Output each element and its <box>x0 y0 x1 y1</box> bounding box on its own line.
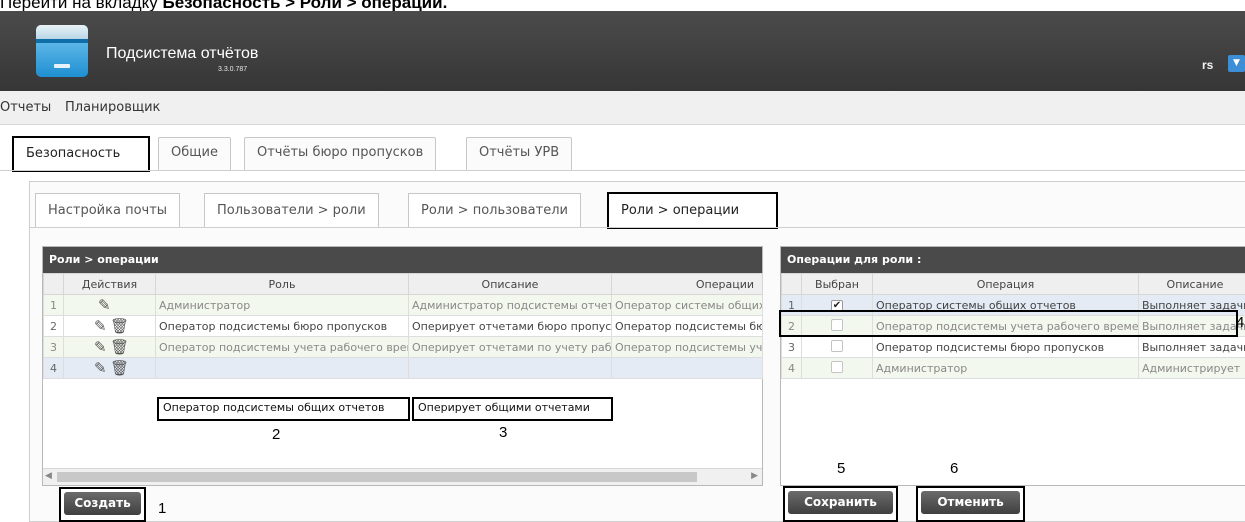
row-number: 4 <box>43 357 64 379</box>
description-cell: Администрирует <box>1138 357 1245 379</box>
row-number: 4 <box>781 357 802 379</box>
row-number: 2 <box>43 315 64 337</box>
callout-1: 1 <box>158 500 167 517</box>
callout-4: 4 <box>1236 314 1245 331</box>
role-cell: Администратор <box>155 294 409 316</box>
description-cell: Оперирует отчетами по учету рабочего вре… <box>408 336 612 358</box>
menu-item-reports[interactable]: Отчеты <box>0 100 51 115</box>
description-cell: Оперирует отчетами бюро пропусков <box>408 315 612 337</box>
role-cell: Оператор подсистемы учета рабочего време… <box>155 336 409 358</box>
role-description-input[interactable]: Оперирует общими отчетами <box>412 397 613 421</box>
edit-pencil-icon[interactable]: ✎ <box>94 317 107 335</box>
column-header-role[interactable]: Роль <box>155 273 409 295</box>
tab-time-tracking-reports[interactable]: Отчёты УРВ <box>466 137 573 171</box>
horizontal-scrollbar[interactable]: ◀ ▶ <box>43 468 762 485</box>
selected-operation-highlight <box>779 310 1238 337</box>
row-number: 1 <box>43 294 64 316</box>
table-header-row: Выбран Операция Описание <box>781 273 1245 295</box>
callout-2: 2 <box>272 426 281 443</box>
column-header-operations[interactable]: Операции <box>611 273 763 295</box>
operations-cell <box>611 357 763 379</box>
tab-pass-office-reports[interactable]: Отчёты бюро пропусков <box>244 137 437 171</box>
callout-5: 5 <box>837 460 846 477</box>
column-header-index <box>43 273 64 295</box>
selected-checkbox[interactable] <box>831 360 843 373</box>
row-number: 3 <box>43 336 64 358</box>
operations-cell: Оператор подсистемы бюро пропусков <box>611 315 763 337</box>
app-version: 3.3.0.787 <box>218 66 248 73</box>
role-operations-panel: Операции для роли : Выбран Операция Опис… <box>780 246 1245 486</box>
roles-operations-panel: Роли > операции Действия Роль Описание О… <box>42 246 763 486</box>
panel-title: Операции для роли : <box>781 247 1245 273</box>
roles-table: Действия Роль Описание Операции 1 ✎ Адми… <box>43 273 763 379</box>
app-header: Подсистема отчётов 3.3.0.787 rs ▼ <box>0 11 1245 91</box>
scrollbar-thumb[interactable] <box>57 472 697 482</box>
description-cell: Администратор подсистемы отчетов <box>408 294 612 316</box>
cancel-button[interactable]: Отменить <box>921 491 1020 514</box>
cancel-button-frame: Отменить <box>916 486 1025 522</box>
create-button-frame: Создать <box>59 487 146 522</box>
edit-pencil-icon[interactable]: ✎ <box>94 338 107 356</box>
description-cell: Выполняет задачи <box>1138 336 1245 358</box>
subtabs-divider <box>29 227 1245 228</box>
subtab-users-roles[interactable]: Пользователи > роли <box>204 193 379 228</box>
role-cell: Оператор подсистемы бюро пропусков <box>155 315 409 337</box>
save-button[interactable]: Сохранить <box>788 491 893 514</box>
table-row[interactable]: 1 ✎ Администратор Администратор подсисте… <box>43 294 763 316</box>
operations-cell: Оператор системы общих отчетов <box>611 294 763 316</box>
scroll-left-icon[interactable]: ◀ <box>45 471 52 481</box>
chevron-down-icon[interactable]: ▼ <box>1228 55 1245 72</box>
scroll-right-icon[interactable]: ▶ <box>751 471 758 481</box>
selected-checkbox[interactable] <box>831 339 843 352</box>
menu-bar: Отчеты Планировщик <box>0 91 1245 125</box>
trash-icon[interactable]: 🗑 <box>110 317 129 335</box>
column-header-selected[interactable]: Выбран <box>801 273 873 295</box>
save-button-frame: Сохранить <box>783 486 898 522</box>
operation-cell: Оператор подсистемы бюро пропусков <box>872 336 1139 358</box>
role-name-input[interactable]: Оператор подсистемы общих отчетов <box>157 397 410 421</box>
tab-general[interactable]: Общие <box>158 137 231 171</box>
menu-item-scheduler[interactable]: Планировщик <box>65 100 160 115</box>
trash-icon[interactable]: 🗑 <box>110 338 129 356</box>
subtab-roles-users[interactable]: Роли > пользователи <box>408 193 581 228</box>
column-header-operation[interactable]: Операция <box>872 273 1139 295</box>
operation-cell: Администратор <box>872 357 1139 379</box>
create-button[interactable]: Создать <box>64 492 141 515</box>
user-name[interactable]: rs <box>1202 58 1213 72</box>
callout-3: 3 <box>499 424 508 441</box>
table-row[interactable]: 3 ✎ 🗑 Оператор подсистемы учета рабочего… <box>43 336 763 358</box>
trash-icon[interactable]: 🗑 <box>110 359 129 377</box>
tab-security[interactable]: Безопасность <box>12 136 150 172</box>
row-number: 3 <box>781 336 802 358</box>
column-header-description[interactable]: Описание <box>408 273 612 295</box>
subtab-roles-operations[interactable]: Роли > операции <box>607 192 778 229</box>
edit-pencil-icon[interactable]: ✎ <box>94 359 107 377</box>
callout-6: 6 <box>950 460 959 477</box>
table-row[interactable]: 2 ✎ 🗑 Оператор подсистемы бюро пропусков… <box>43 315 763 337</box>
app-title: Подсистема отчётов <box>106 45 259 62</box>
subtab-mail-settings[interactable]: Настройка почты <box>35 193 181 228</box>
tabs-divider <box>0 170 1245 171</box>
panel-title: Роли > операции <box>43 247 762 273</box>
column-header-description[interactable]: Описание <box>1138 273 1245 295</box>
table-row[interactable]: 4 Администратор Администрирует <box>781 357 1245 379</box>
reports-logo-icon <box>36 25 88 77</box>
table-row-selected[interactable]: 4 ✎ 🗑 <box>43 357 763 379</box>
table-header-row: Действия Роль Описание Операции <box>43 273 763 295</box>
edit-pencil-icon[interactable]: ✎ <box>98 296 111 314</box>
operations-cell: Оператор подсистемы учета рабочего време… <box>611 336 763 358</box>
table-row[interactable]: 3 Оператор подсистемы бюро пропусков Вып… <box>781 336 1245 358</box>
column-header-actions[interactable]: Действия <box>63 273 156 295</box>
